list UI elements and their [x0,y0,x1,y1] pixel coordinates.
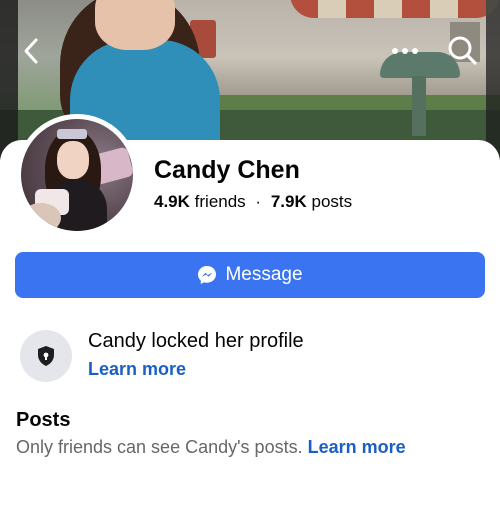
cover-umbrella [290,0,500,18]
message-label: Message [225,264,303,285]
profile-picture[interactable] [16,114,138,236]
posts-label: posts [311,192,353,211]
avatar-flowers [21,203,61,231]
chevron-left-icon [24,38,38,64]
profile-stats: 4.9K friends · 7.9K posts [154,192,352,212]
locked-profile-notice: Candy locked her profile Learn more [20,328,480,384]
more-options-button[interactable] [388,36,422,66]
avatar [21,119,133,231]
friends-count[interactable]: 4.9K [154,192,190,211]
posts-heading: Posts [16,409,71,431]
cover-person-face [95,0,175,50]
profile-name: Candy Chen [154,156,300,184]
friends-label[interactable]: friends [195,192,246,211]
posts-privacy-text: Only friends can see Candy's posts. Lear… [16,437,406,458]
search-button[interactable] [444,32,480,68]
cover-edge [0,0,18,160]
posts-learn-more-link[interactable]: Learn more [308,437,406,457]
messenger-icon [198,266,217,284]
stats-separator: · [255,192,262,211]
search-icon [448,36,477,65]
posts-count: 7.9K [270,192,307,211]
learn-more-link[interactable]: Learn more [88,359,186,380]
lock-badge [20,330,72,382]
avatar-face [57,141,89,179]
avatar-crown [57,129,87,139]
message-button[interactable]: Message [15,252,485,298]
posts-privacy-message: Only friends can see Candy's posts. [16,437,303,457]
more-horizontal-icon [392,48,418,54]
shield-lock-icon [38,346,54,366]
locked-profile-title: Candy locked her profile [88,330,304,352]
cover-edge [486,0,500,160]
back-button[interactable] [16,36,46,66]
cover-lamp-post [412,76,426,136]
